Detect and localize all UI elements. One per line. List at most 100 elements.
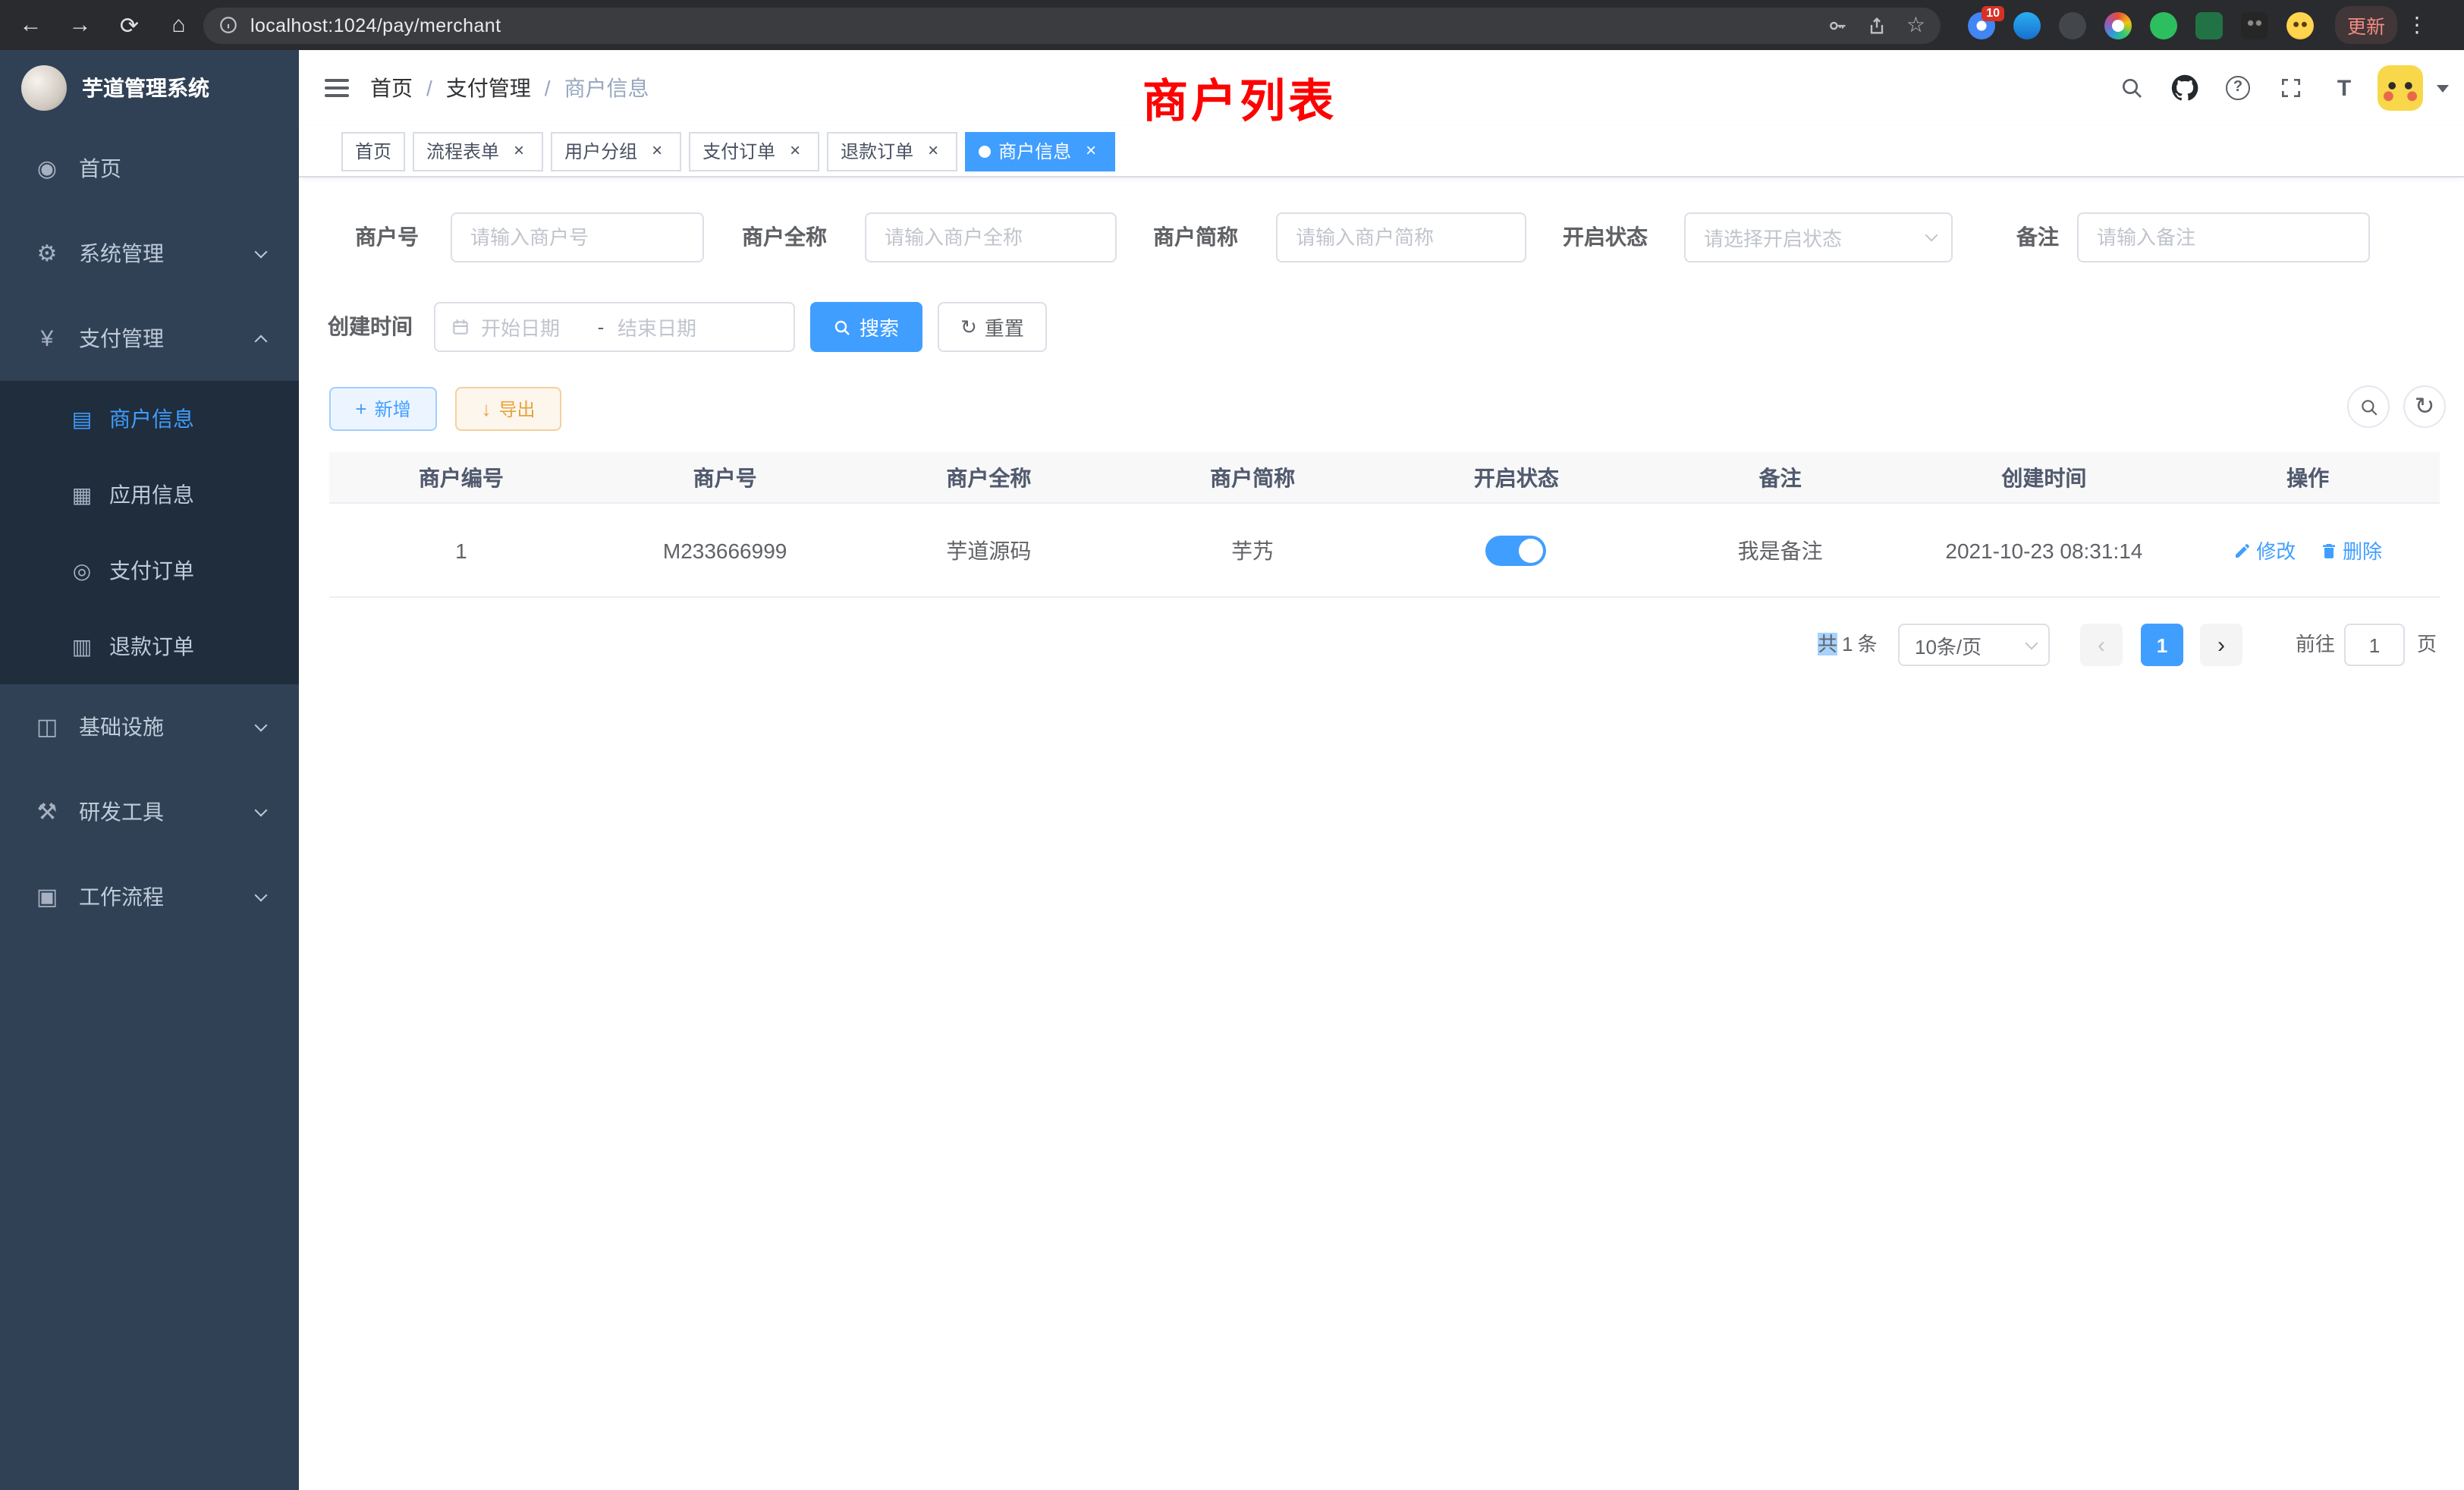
export-button[interactable]: ↓ 导出 <box>455 387 561 431</box>
close-icon[interactable]: × <box>508 140 530 162</box>
extension-icon-4[interactable] <box>2104 11 2132 39</box>
extension-icon-5[interactable] <box>2150 11 2177 39</box>
help-icon[interactable]: ? <box>2218 68 2258 108</box>
short-name-input[interactable] <box>1276 212 1526 262</box>
breadcrumb-home[interactable]: 首页 <box>370 73 413 103</box>
sidebar-item-label: 首页 <box>79 153 121 184</box>
breadcrumb-payment[interactable]: 支付管理 <box>446 73 531 103</box>
hamburger-icon[interactable] <box>325 79 349 97</box>
end-date-placeholder: 结束日期 <box>618 313 721 341</box>
extension-icon-2[interactable] <box>2013 11 2041 39</box>
download-icon: ↓ <box>481 399 491 419</box>
close-icon[interactable]: × <box>646 140 668 162</box>
active-tab-dot <box>979 145 991 157</box>
sidebar-item-app-info[interactable]: ▦ 应用信息 <box>0 457 299 533</box>
page-size-select[interactable]: 10条/页 <box>1898 624 2050 666</box>
logo[interactable]: 芋道管理系统 <box>0 50 299 126</box>
page-number-button[interactable]: 1 <box>2141 624 2183 666</box>
close-icon[interactable]: × <box>922 140 944 162</box>
sidebar-item-workflow[interactable]: ▣ 工作流程 <box>0 854 299 939</box>
sidebar-item-home[interactable]: ◉ 首页 <box>0 126 299 211</box>
sidebar-item-merchant-info[interactable]: ▤ 商户信息 <box>0 381 299 457</box>
sidebar-item-refund-order[interactable]: ▥ 退款订单 <box>0 608 299 684</box>
site-info-icon[interactable] <box>218 15 238 35</box>
reload-icon[interactable]: ⟳ <box>110 11 149 39</box>
sidebar-item-system[interactable]: ⚙ 系统管理 <box>0 211 299 296</box>
full-name-label: 商户全称 <box>742 212 827 262</box>
gear-icon: ⚙ <box>30 240 64 267</box>
status-label: 开启状态 <box>1563 212 1648 262</box>
extension-icon-8[interactable] <box>2286 11 2314 39</box>
merchant-no-input[interactable] <box>451 212 704 262</box>
chevron-down-icon <box>1925 229 1938 242</box>
font-size-icon[interactable]: T <box>2324 68 2364 108</box>
calendar-icon <box>451 317 470 337</box>
back-icon[interactable]: ← <box>11 12 51 38</box>
toggle-search-button[interactable] <box>2347 385 2390 428</box>
search-button[interactable]: 搜索 <box>810 302 922 352</box>
remark-label: 备注 <box>2016 212 2059 262</box>
forward-icon[interactable]: → <box>61 12 100 38</box>
remark-input[interactable] <box>2077 212 2370 262</box>
edit-button[interactable]: 修改 <box>2233 536 2296 564</box>
bookmark-star-icon[interactable]: ☆ <box>1906 12 1925 38</box>
sidebar-item-payment[interactable]: ¥ 支付管理 <box>0 296 299 381</box>
status-select[interactable]: 请选择开启状态 <box>1684 212 1953 262</box>
fullscreen-icon[interactable] <box>2271 68 2311 108</box>
add-button[interactable]: + 新增 <box>329 387 437 431</box>
github-icon[interactable] <box>2165 68 2205 108</box>
sidebar-item-label: 基础设施 <box>79 712 164 742</box>
delete-button[interactable]: 删除 <box>2320 536 2382 564</box>
trash-icon <box>2320 541 2338 559</box>
tab-home[interactable]: 首页 <box>341 131 405 171</box>
next-page-button[interactable]: › <box>2200 624 2242 666</box>
sidebar-item-label: 系统管理 <box>79 238 164 269</box>
refresh-icon: ↻ <box>960 317 977 337</box>
password-key-icon[interactable] <box>1828 14 1849 36</box>
browser-menu-icon[interactable]: ⋮ <box>2406 12 2428 38</box>
tab-user-group[interactable]: 用户分组 × <box>551 131 681 171</box>
sidebar-item-dev-tools[interactable]: ⚒ 研发工具 <box>0 769 299 854</box>
share-icon[interactable] <box>1867 14 1888 36</box>
prev-page-button[interactable]: ‹ <box>2080 624 2123 666</box>
url-text[interactable]: localhost:1024/pay/merchant <box>250 14 501 36</box>
tab-process-form[interactable]: 流程表单 × <box>413 131 543 171</box>
close-icon[interactable]: × <box>784 140 806 162</box>
browser-update-button[interactable]: 更新 <box>2335 6 2397 44</box>
tab-refund-order[interactable]: 退款订单 × <box>827 131 957 171</box>
tab-merchant-info[interactable]: 商户信息 × <box>965 131 1115 171</box>
pagination-total: 共1条 <box>1818 624 1882 666</box>
col-merchant-no: 商户号 <box>593 462 857 492</box>
chevron-down-icon <box>255 718 268 731</box>
extension-icon-7[interactable] <box>2241 11 2268 39</box>
workflow-icon: ▣ <box>30 883 64 910</box>
create-time-range-picker[interactable]: 开始日期 - 结束日期 <box>434 302 795 352</box>
home-icon[interactable]: ⌂ <box>159 12 199 38</box>
tags-bar: 首页 流程表单 × 用户分组 × 支付订单 × 退款订单 × 商户信息 × <box>299 126 2464 178</box>
search-icon[interactable] <box>2112 68 2151 108</box>
reset-button[interactable]: ↻ 重置 <box>938 302 1047 352</box>
sidebar-item-infrastructure[interactable]: ◫ 基础设施 <box>0 684 299 769</box>
sidebar-item-label: 退款订单 <box>109 631 194 662</box>
dev-tools-icon: ⚒ <box>30 798 64 825</box>
tab-pay-order[interactable]: 支付订单 × <box>689 131 819 171</box>
col-merchant-id: 商户编号 <box>329 462 593 492</box>
goto-page-input[interactable] <box>2344 624 2405 666</box>
user-menu-caret-icon[interactable] <box>2437 84 2449 92</box>
full-name-input[interactable] <box>865 212 1117 262</box>
chevron-up-icon <box>255 335 268 347</box>
user-avatar[interactable] <box>2378 65 2423 111</box>
sidebar-item-pay-order[interactable]: ◎ 支付订单 <box>0 533 299 608</box>
extension-icon-3[interactable] <box>2059 11 2086 39</box>
col-actions: 操作 <box>2176 462 2440 492</box>
status-toggle[interactable] <box>1486 535 1547 565</box>
refresh-table-button[interactable]: ↻ <box>2403 385 2446 428</box>
page-content: 商户号 商户全称 商户简称 开启状态 请选择开启状态 备注 创建时间 开始日期 … <box>299 178 2464 1490</box>
address-bar[interactable]: localhost:1024/pay/merchant ☆ <box>203 7 1941 43</box>
extension-icon-6[interactable] <box>2195 11 2223 39</box>
navbar: 首页 / 支付管理 / 商户信息 ? T <box>299 50 2464 126</box>
close-icon[interactable]: × <box>1080 140 1102 162</box>
extension-icon-1[interactable]: 10 <box>1968 11 1995 39</box>
annotation-title: 商户列表 <box>1142 64 1337 130</box>
col-full-name: 商户全称 <box>857 462 1121 492</box>
